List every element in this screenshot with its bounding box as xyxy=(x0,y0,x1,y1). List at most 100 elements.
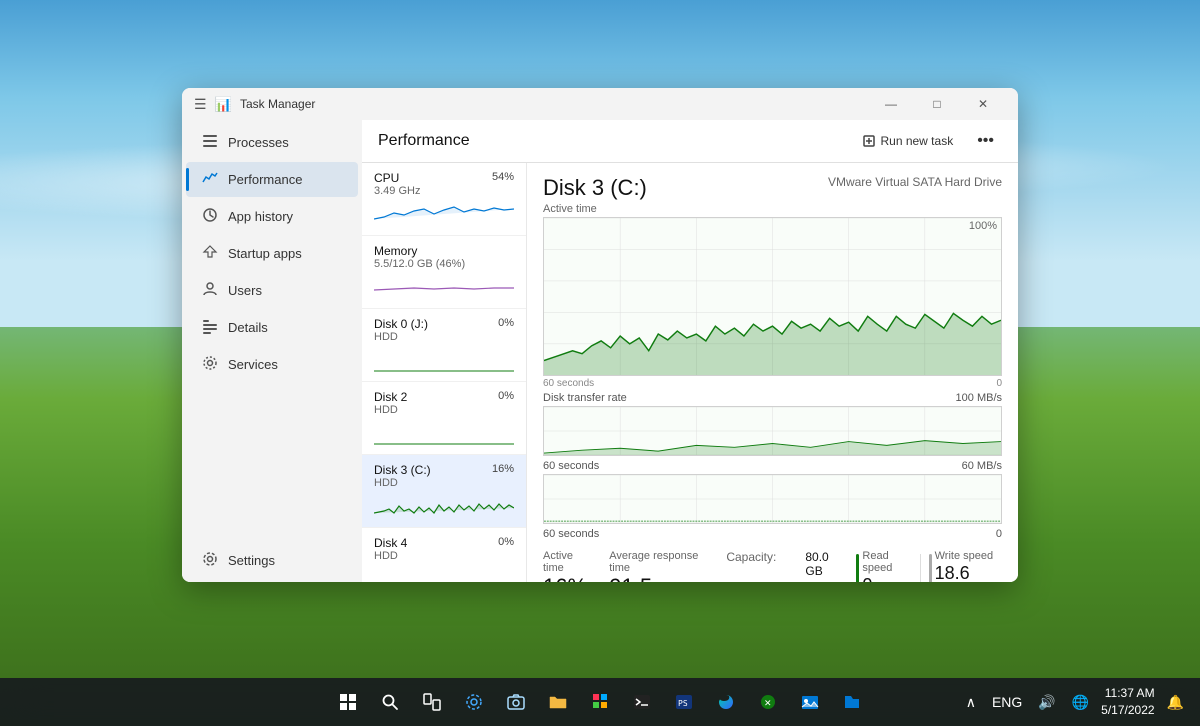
details-icon xyxy=(202,318,218,337)
device-item-disk4[interactable]: Disk 4 0% HDD xyxy=(362,528,526,582)
avg-response-stat: Average response time 91.5 ms xyxy=(609,550,706,582)
run-new-task-button[interactable]: Run new task xyxy=(854,130,961,152)
main-content: Performance Run new task ••• CPU xyxy=(362,120,1018,582)
sidebar-item-app-history[interactable]: App history xyxy=(186,199,358,234)
sidebar-label-processes: Processes xyxy=(228,135,289,150)
disk-info-grid: Capacity: 80.0 GB Formatted: 80.0 GB Sys… xyxy=(726,550,836,582)
device-disk3-sub: HDD xyxy=(374,477,514,489)
taskbar-right: ∧ ENG 🔊 🌐 11:37 AM 5/17/2022 🔔 xyxy=(962,685,1188,719)
taskbar-edge-icon[interactable] xyxy=(708,684,744,720)
device-disk4-header: Disk 4 0% xyxy=(374,536,514,550)
taskbar-terminal-icon[interactable] xyxy=(624,684,660,720)
device-disk0-usage: 0% xyxy=(498,317,514,329)
sidebar-label-app-history: App history xyxy=(228,209,293,224)
main-header: Performance Run new task ••• xyxy=(362,120,1018,163)
write-speed-stat: Write speed 18.6 MB/s xyxy=(929,550,1002,582)
performance-icon xyxy=(202,170,218,189)
device-memory-header: Memory xyxy=(374,244,514,258)
stats-row: Active time 16% Average response time 91… xyxy=(543,550,1002,582)
minimize-button[interactable]: — xyxy=(868,88,914,120)
sixty-seconds-label-3: 60 seconds xyxy=(543,528,599,540)
sidebar-label-services: Services xyxy=(228,357,278,372)
write-speed-value: 18.6 MB/s xyxy=(935,564,1002,582)
sidebar-item-services[interactable]: Services xyxy=(186,347,358,382)
device-item-disk0[interactable]: Disk 0 (J:) 0% HDD xyxy=(362,309,526,382)
maximize-button[interactable]: □ xyxy=(914,88,960,120)
sidebar: Processes Performance App history Startu… xyxy=(182,120,362,582)
device-item-disk2[interactable]: Disk 2 0% HDD xyxy=(362,382,526,455)
tray-lang[interactable]: ENG xyxy=(988,692,1026,712)
device-disk0-sub: HDD xyxy=(374,331,514,343)
notification-icon[interactable]: 🔔 xyxy=(1163,692,1188,713)
device-memory-name: Memory xyxy=(374,244,417,258)
write-speed-label: Write speed xyxy=(935,550,1002,562)
taskbar-camera-icon[interactable] xyxy=(498,684,534,720)
taskbar-xbox-icon[interactable]: ✕ xyxy=(750,684,786,720)
bottom-time-row: 60 seconds 0 xyxy=(543,528,1002,540)
taskbar-files-icon[interactable] xyxy=(834,684,870,720)
sidebar-label-users: Users xyxy=(228,283,262,298)
detail-header: Disk 3 (C:) VMware Virtual SATA Hard Dri… xyxy=(543,175,1002,201)
taskbar-settings-icon[interactable] xyxy=(456,684,492,720)
header-actions: Run new task ••• xyxy=(854,128,1002,154)
sidebar-label-startup-apps: Startup apps xyxy=(228,246,302,261)
device-disk4-usage: 0% xyxy=(498,536,514,548)
active-time-stat-label: Active time xyxy=(543,550,589,574)
detail-disk-title: Disk 3 (C:) xyxy=(543,175,647,201)
close-button[interactable]: ✕ xyxy=(960,88,1006,120)
window-body: Processes Performance App history Startu… xyxy=(182,120,1018,582)
device-item-disk3[interactable]: Disk 3 (C:) 16% HDD xyxy=(362,455,526,528)
rate-60-label: 60 MB/s xyxy=(962,460,1002,472)
device-item-cpu[interactable]: CPU 54% 3.49 GHz xyxy=(362,163,526,236)
formatted-label: Formatted: xyxy=(726,580,789,582)
tray-network[interactable]: 🌐 xyxy=(1068,692,1093,713)
device-disk4-name: Disk 4 xyxy=(374,536,407,550)
sidebar-item-details[interactable]: Details xyxy=(186,310,358,345)
device-item-memory[interactable]: Memory 5.5/12.0 GB (46%) xyxy=(362,236,526,309)
title-bar-left: ☰ 📊 Task Manager xyxy=(194,96,315,113)
run-task-label: Run new task xyxy=(880,134,953,148)
users-icon xyxy=(202,281,218,300)
disk-transfer-label-row: Disk transfer rate 100 MB/s xyxy=(543,392,1002,404)
sidebar-item-users[interactable]: Users xyxy=(186,273,358,308)
taskbar-clock[interactable]: 11:37 AM 5/17/2022 xyxy=(1101,685,1154,719)
sidebar-label-details: Details xyxy=(228,320,268,335)
taskbar-winget-icon[interactable]: PS xyxy=(666,684,702,720)
rate-60-row: 60 seconds 60 MB/s xyxy=(543,460,1002,472)
device-disk0-graph xyxy=(374,345,514,373)
sidebar-item-processes[interactable]: Processes xyxy=(186,125,358,160)
avg-response-stat-value: 91.5 ms xyxy=(609,576,706,582)
tray-volume[interactable]: 🔊 xyxy=(1034,692,1059,713)
task-view-button[interactable] xyxy=(414,684,450,720)
hamburger-icon[interactable]: ☰ xyxy=(194,96,207,113)
more-options-button[interactable]: ••• xyxy=(969,128,1002,154)
sidebar-settings[interactable]: Settings xyxy=(186,543,358,578)
sidebar-item-startup-apps[interactable]: Startup apps xyxy=(186,236,358,271)
clock-date: 5/17/2022 xyxy=(1101,702,1154,719)
search-button[interactable] xyxy=(372,684,408,720)
taskbar-folder-icon[interactable] xyxy=(540,684,576,720)
device-disk3-name: Disk 3 (C:) xyxy=(374,463,431,477)
tray-chevron[interactable]: ∧ xyxy=(962,692,980,713)
device-cpu-usage: 54% xyxy=(492,171,514,183)
read-speed-value: 0 KB/s xyxy=(862,576,911,582)
device-memory-graph xyxy=(374,272,514,300)
capacity-value: 80.0 GB xyxy=(805,550,836,578)
window-controls: — □ ✕ xyxy=(868,88,1006,120)
read-speed-label: Read speed xyxy=(862,550,911,574)
formatted-value: 80.0 GB xyxy=(805,580,836,582)
zero-label-2: 0 xyxy=(996,528,1002,540)
device-memory-sub: 5.5/12.0 GB (46%) xyxy=(374,258,514,270)
chart-time-row: 60 seconds 0 xyxy=(543,378,1002,389)
taskbar-store-icon[interactable] xyxy=(582,684,618,720)
device-disk3-usage: 16% xyxy=(492,463,514,475)
disk-transfer-chart xyxy=(543,406,1002,456)
settings-icon xyxy=(202,551,218,570)
svg-text:✕: ✕ xyxy=(764,698,772,708)
sixty-seconds-label-2: 60 seconds xyxy=(543,460,599,472)
start-button[interactable] xyxy=(330,684,366,720)
app-history-icon xyxy=(202,207,218,226)
sidebar-item-performance[interactable]: Performance xyxy=(186,162,358,197)
taskbar-photos-icon[interactable] xyxy=(792,684,828,720)
device-disk4-graph xyxy=(374,564,514,582)
